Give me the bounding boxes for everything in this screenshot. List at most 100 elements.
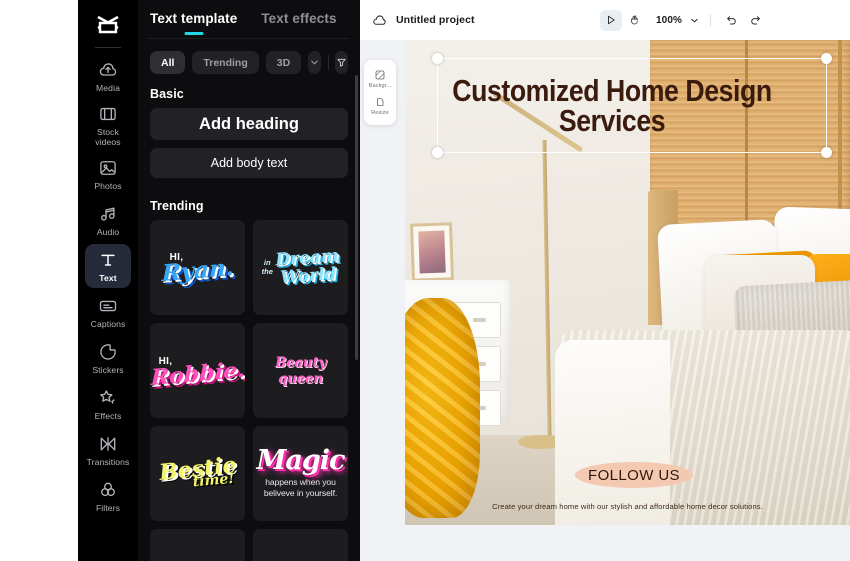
cursor-arrow-icon (608, 15, 615, 25)
resize-frame-icon (377, 98, 384, 106)
sidebar-item-filters[interactable]: Filters (85, 474, 131, 518)
sidebar-label-media: Media (96, 82, 120, 93)
sidebar-label-audio: Audio (96, 227, 120, 238)
chip-divider (327, 55, 329, 70)
filter-chip-trending[interactable]: Trending (192, 51, 259, 74)
text-template-panel: Text template Text effects All Trending … (138, 0, 360, 561)
resize-tool-button[interactable]: Resize (364, 93, 396, 120)
redo-button[interactable] (745, 10, 767, 31)
chevron-down-icon (311, 60, 318, 65)
tab-text-effects[interactable]: Text effects (261, 11, 336, 38)
sidebar-item-photos[interactable]: Photos (85, 152, 131, 196)
text-t-icon (101, 254, 115, 266)
sidebar-label-captions: Captions (90, 319, 126, 330)
resize-tool-label: Resize (371, 110, 389, 116)
capcut-editor-window: Media Stock videos Photos Audio Text Cap… (0, 0, 850, 561)
template-main-text: Ryan. (161, 253, 234, 288)
chevron-down-icon[interactable] (689, 15, 700, 26)
filter-chip-all[interactable]: All (150, 51, 186, 74)
tab-active-underline (184, 32, 204, 35)
section-title-trending: Trending (150, 199, 204, 213)
selection-handle-top-right[interactable] (821, 53, 832, 64)
sidebar-item-audio[interactable]: Audio (85, 198, 131, 242)
sparkle-star-icon (100, 390, 115, 404)
template-main-text: Dream World (274, 245, 340, 288)
canvas-stage: Backgr... Resize Customized Home Design … (358, 40, 850, 561)
filter-expand-button[interactable] (308, 51, 321, 74)
sidebar-label-effects: Effects (94, 411, 122, 422)
template-card-hi-robbie[interactable]: HI, Robbie. (150, 323, 245, 418)
template-prefix: Magic (256, 445, 346, 477)
template-main-text: Beauty queen (275, 354, 326, 387)
background-grid-icon (375, 70, 385, 80)
transition-icon (100, 437, 116, 451)
hand-tool-button[interactable] (624, 10, 646, 31)
filter-funnel-icon (337, 58, 346, 67)
panel-tab-bar: Text template Text effects (138, 0, 360, 38)
scene-bed-sheet (555, 340, 670, 525)
film-strip-icon (100, 107, 116, 121)
project-name[interactable]: Untitled project (396, 14, 475, 26)
background-tool-button[interactable]: Backgr... (364, 66, 396, 93)
hand-pan-icon (631, 15, 638, 25)
sidebar-label-stickers: Stickers (92, 365, 124, 376)
select-tool-button[interactable] (600, 9, 622, 31)
canvas-tool-cluster: 100% (600, 0, 767, 40)
add-body-text-button[interactable]: Add body text (150, 148, 348, 178)
add-heading-button[interactable]: Add heading (150, 108, 348, 140)
sidebar-label-filters: Filters (95, 503, 121, 514)
template-card-beauty-queen[interactable]: Beauty queen (253, 323, 348, 418)
template-card-dream-world[interactable]: in the Dream World (253, 220, 348, 315)
background-tool-label: Backgr... (368, 83, 392, 89)
toolbar-divider (709, 13, 711, 27)
floating-tool-dock: Backgr... Resize (364, 60, 396, 125)
sidebar-label-stock-videos: Stock videos (95, 127, 121, 148)
capcut-logo-icon[interactable] (93, 13, 123, 39)
tab-text-template-label: Text template (150, 11, 238, 26)
filter-chip-3d[interactable]: 3D (265, 51, 302, 74)
zoom-level-value[interactable]: 100% (656, 15, 682, 26)
tab-text-template[interactable]: Text template (150, 11, 237, 38)
editor-area: Untitled project 100% Backgr... Resize C… (358, 0, 850, 561)
selection-handle-bottom-left[interactable] (432, 147, 443, 158)
rail-divider (95, 47, 121, 48)
sidebar-label-transitions: Transitions (86, 457, 130, 468)
sidebar-item-stickers[interactable]: Stickers (85, 336, 131, 380)
sticker-circle-icon (100, 344, 116, 360)
sidebar-item-effects[interactable]: Effects (85, 382, 131, 426)
cloud-sync-icon[interactable] (372, 13, 387, 28)
template-card-row4-right[interactable] (253, 529, 348, 561)
template-card-hi-ryan[interactable]: HI, Ryan. (150, 220, 245, 315)
template-prefix: in the (261, 258, 273, 276)
selection-handle-top-left[interactable] (432, 53, 443, 64)
panel-scrollbar[interactable] (355, 75, 358, 360)
caption-box-icon (99, 300, 117, 312)
sidebar-item-text[interactable]: Text (85, 244, 131, 289)
template-card-bestie-time[interactable]: Bestie time! (150, 426, 245, 521)
template-main-text: happens when you beliveve in yourself. (263, 477, 338, 498)
image-icon (100, 161, 116, 176)
music-note-icon (101, 207, 115, 221)
undo-button[interactable] (721, 10, 743, 31)
cloud-upload-icon (99, 63, 117, 76)
section-title-basic: Basic (150, 87, 184, 101)
template-card-row4-left[interactable] (150, 529, 245, 561)
sidebar-item-transitions[interactable]: Transitions (85, 428, 131, 472)
sidebar-item-captions[interactable]: Captions (85, 290, 131, 334)
sidebar-item-stock-videos[interactable]: Stock videos (85, 100, 131, 150)
follow-us-badge[interactable]: FOLLOW US (575, 462, 693, 488)
redo-arrow-icon (751, 15, 761, 25)
sort-filter-button[interactable] (335, 51, 348, 74)
left-nav-rail: Media Stock videos Photos Audio Text Cap… (78, 0, 138, 561)
stage-bottom-area (358, 525, 850, 561)
sidebar-item-media[interactable]: Media (85, 54, 131, 98)
text-selection-box[interactable] (432, 53, 832, 158)
canvas-tagline-text[interactable]: Create your dream home with our stylish … (405, 502, 850, 511)
scene-picture-frame (410, 222, 454, 282)
selection-handle-bottom-right[interactable] (821, 147, 832, 158)
template-main-text: Robbie. (150, 356, 245, 391)
filters-circles-icon (101, 482, 115, 497)
template-card-magic[interactable]: Magic happens when you beliveve in yours… (253, 426, 348, 521)
sidebar-label-photos: Photos (94, 181, 122, 192)
design-canvas[interactable]: Customized Home Design Services FOLLOW U… (405, 40, 850, 525)
